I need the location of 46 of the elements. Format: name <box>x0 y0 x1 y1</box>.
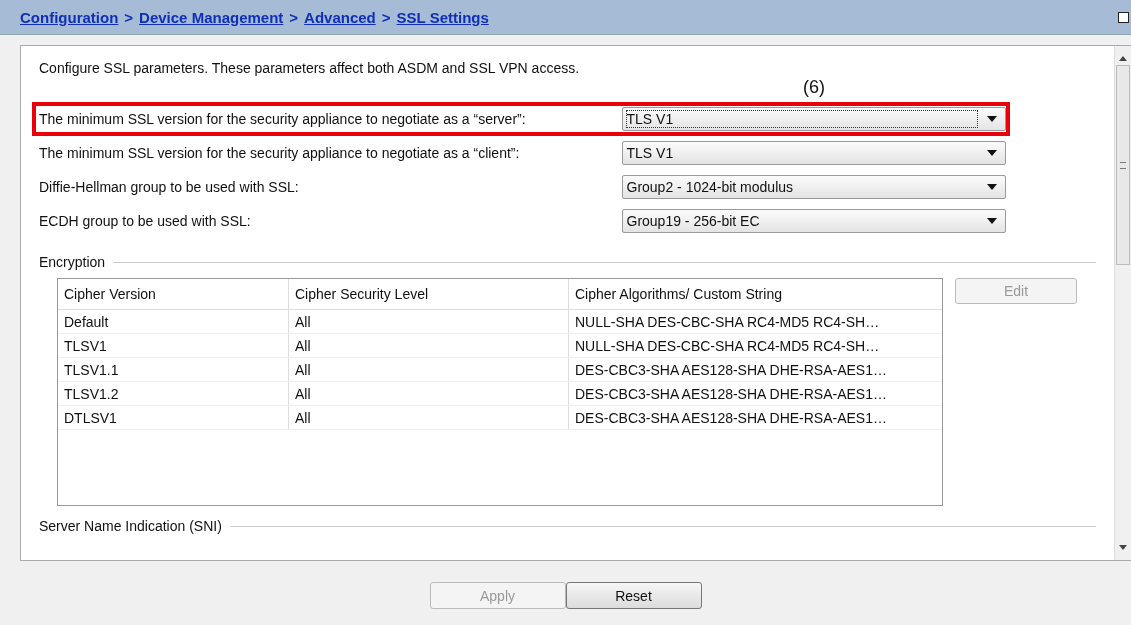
table-cell-text: NULL-SHA DES-CBC-SHA RC4-MD5 RC4-SH… <box>574 312 881 332</box>
column-header[interactable]: Cipher Version <box>58 279 289 309</box>
column-header[interactable]: Cipher Algorithms/ Custom String <box>569 279 940 309</box>
setting-label: Diffie-Hellman group to be used with SSL: <box>39 179 300 195</box>
setting-label: ECDH group to be used with SSL: <box>39 213 252 229</box>
caret-icon <box>987 184 997 190</box>
table-cell: All <box>289 358 569 381</box>
section-title: Server Name Indication (SNI) <box>39 518 222 534</box>
scroll-up-icon[interactable] <box>1119 56 1127 61</box>
intro-text: Configure SSL parameters. These parameters affect both ASDM and SSL VPN access. <box>39 60 580 76</box>
dropdown[interactable]: Group19 - 256-bit EC <box>621 209 1006 233</box>
table-cell-text: DES-CBC3-SHA AES128-SHA DHE-RSA-AES1… <box>574 384 888 404</box>
dropdown[interactable]: Group2 - 1024-bit modulus <box>621 175 1006 199</box>
table-cell: TLSV1 <box>58 334 289 357</box>
table-cell: TLSV1.2 <box>58 382 289 405</box>
table-cell: Default <box>58 310 289 333</box>
reset-button[interactable]: Reset <box>565 582 702 609</box>
scrollbar[interactable] <box>1114 46 1131 560</box>
breadcrumb-link[interactable]: Configuration <box>20 8 119 26</box>
caret-icon <box>987 150 997 156</box>
table-cell: TLSV1.1 <box>58 358 289 381</box>
breadcrumb-link[interactable]: Device Management <box>139 8 284 26</box>
annotation-label: (6) <box>801 77 827 98</box>
breadcrumb-link[interactable]: Advanced <box>304 8 376 26</box>
breadcrumb-separator: > <box>124 8 134 26</box>
breadcrumb-separator: > <box>289 8 299 26</box>
caret-icon <box>987 218 997 224</box>
dropdown[interactable]: TLS V1 <box>621 141 1006 165</box>
caret-icon <box>987 116 997 122</box>
setting-label: The minimum SSL version for the security appliance to negotiate as a “server”: <box>39 111 527 127</box>
table-cell: All <box>289 310 569 333</box>
breadcrumb-separator: > <box>381 8 391 26</box>
table-cell: DTLSV1 <box>58 406 289 429</box>
table-cell: All <box>289 382 569 405</box>
section-title: Encryption <box>39 254 106 270</box>
dropdown[interactable]: TLS V1 <box>621 107 1006 131</box>
setting-label: The minimum SSL version for the security appliance to negotiate as a “client”: <box>39 145 521 161</box>
maximize-icon[interactable] <box>1118 12 1129 23</box>
table-cell: All <box>289 334 569 357</box>
table-cell-text: NULL-SHA DES-CBC-SHA RC4-MD5 RC4-SH… <box>574 336 881 356</box>
table-cell: All <box>289 406 569 429</box>
table-cell-text: DES-CBC3-SHA AES128-SHA DHE-RSA-AES1… <box>574 360 888 380</box>
table-cell-text: DES-CBC3-SHA AES128-SHA DHE-RSA-AES1… <box>574 408 888 428</box>
column-header[interactable]: Cipher Security Level <box>289 279 569 309</box>
scroll-down-icon[interactable] <box>1119 545 1127 550</box>
breadcrumb-link[interactable]: SSL Settings <box>396 8 489 26</box>
